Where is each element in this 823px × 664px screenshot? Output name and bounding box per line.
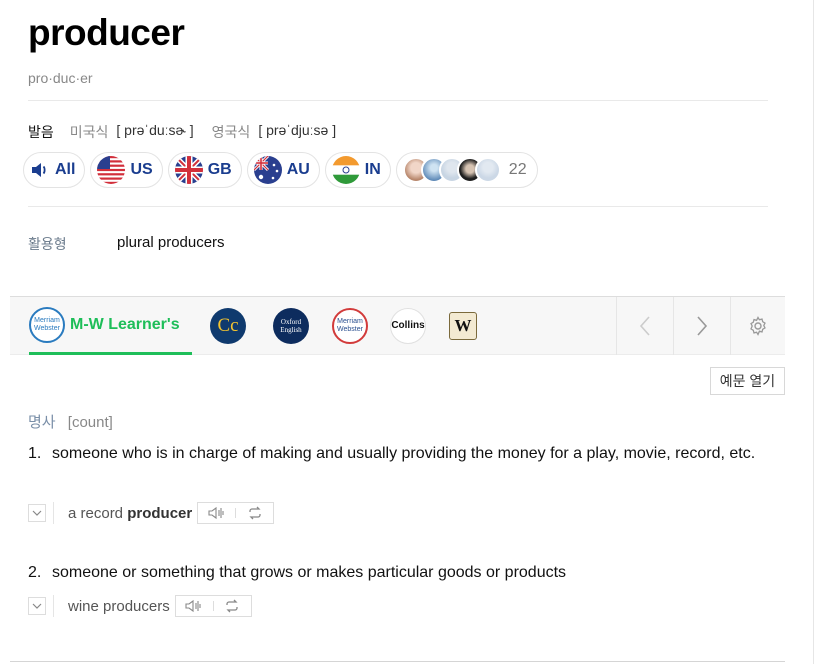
open-examples-button[interactable]: 예문 열기: [710, 367, 785, 395]
collins-logo: Collins: [390, 308, 426, 344]
syllabification: pro·duc·er: [28, 70, 93, 86]
chevron-right-icon: [697, 316, 708, 336]
dictionary-tabs: Merriam Webster M-W Learner's Cc Oxford …: [10, 296, 785, 355]
pronunciation-row: 발음 미국식 [ prəˈduːsɚ ] 영국식 [ prəˈdjuːsə ]: [28, 122, 346, 142]
tab-collins[interactable]: Collins: [390, 297, 426, 355]
cambridge-logo: Cc: [210, 308, 246, 344]
bottom-divider: [10, 661, 785, 662]
play-all-button[interactable]: All: [23, 152, 86, 188]
play-example-button[interactable]: [198, 503, 235, 523]
us-flag-icon: [97, 156, 126, 184]
tab-cambridge[interactable]: Cc: [210, 297, 246, 355]
example-text: wine producers: [68, 597, 170, 615]
uk-ipa: [ prəˈdjuːsə ]: [258, 122, 337, 138]
us-pron-button[interactable]: US: [90, 152, 163, 188]
divider: [28, 100, 768, 101]
pronunciation-label: 발음: [28, 124, 54, 140]
speaker-icon: [32, 163, 46, 177]
headword: producer: [28, 12, 185, 53]
chevron-down-icon: [32, 510, 42, 516]
right-divider: [813, 0, 814, 664]
audio-wave-icon: [208, 506, 224, 520]
pronunciation-buttons: All US GB AU IN 22: [23, 152, 538, 188]
grammar-label: [count]: [67, 414, 113, 431]
example-divider: [53, 595, 54, 617]
tab-mw-learners-label: M-W Learner's: [70, 315, 180, 333]
example-highlight: producer: [127, 504, 193, 522]
inflection-label: 활용형: [28, 236, 67, 252]
audio-wave-icon: [185, 599, 201, 613]
gear-icon: [750, 316, 766, 336]
repeat-icon: [226, 599, 238, 613]
expand-example-button[interactable]: [28, 597, 46, 615]
uk-flag-icon: [174, 156, 203, 184]
play-example-button[interactable]: [176, 596, 213, 616]
sense-number: 2.: [28, 564, 42, 581]
pos-label: 명사: [28, 414, 56, 431]
example-text: a record producer: [68, 504, 193, 522]
prev-dictionary-button[interactable]: [617, 297, 673, 355]
mw-learners-logo: Merriam Webster: [29, 306, 65, 343]
inflection-value: plural producers: [117, 234, 225, 251]
tab-wiktionary[interactable]: W: [449, 297, 477, 355]
in-pron-button[interactable]: IN: [324, 152, 391, 188]
gb-pron-label-btn: GB: [207, 161, 232, 178]
sense-definition: someone who is in charge of making and u…: [52, 445, 756, 462]
sense-number: 1.: [28, 445, 42, 462]
sense-definition: someone or something that grows or makes…: [52, 564, 567, 581]
in-flag-icon: [331, 156, 360, 184]
chevron-left-icon: [639, 316, 650, 336]
chevron-down-icon: [32, 603, 42, 609]
example-audio-controls: [197, 502, 275, 524]
example-divider: [53, 502, 54, 524]
us-pron-label: 미국식: [69, 124, 109, 140]
repeat-example-button[interactable]: [236, 503, 273, 523]
part-of-speech: 명사 [count]: [28, 411, 113, 432]
expand-example-button[interactable]: [28, 504, 46, 522]
wiktionary-logo: W: [449, 312, 477, 340]
avatar: [474, 157, 501, 183]
uk-pron-label: 영국식: [211, 124, 251, 140]
tab-oxford[interactable]: Oxford English: [273, 297, 309, 355]
play-all-label: All: [55, 161, 76, 178]
sense-2: 2. someone or something that grows or ma…: [28, 560, 773, 586]
example-row: wine producers: [28, 595, 252, 617]
example-row: a record producer: [28, 502, 275, 524]
settings-button[interactable]: [731, 297, 785, 355]
us-ipa: [ prəˈduːsɚ ]: [116, 122, 194, 138]
divider: [28, 206, 768, 207]
us-pron-label-btn: US: [130, 161, 153, 178]
tab-merriam-webster[interactable]: Merriam Webster: [332, 297, 368, 355]
tab-mw-learners[interactable]: Merriam Webster M-W Learner's: [29, 297, 192, 355]
repeat-example-button[interactable]: [214, 596, 251, 616]
next-dictionary-button[interactable]: [674, 297, 730, 355]
inflection-row: 활용형 plural producers: [28, 234, 225, 254]
gb-pron-button[interactable]: GB: [167, 152, 242, 188]
au-flag-icon: [253, 156, 282, 184]
au-pron-label-btn: AU: [286, 161, 310, 178]
sense-1: 1. someone who is in charge of making an…: [28, 441, 773, 467]
example-audio-controls: [174, 595, 252, 617]
oxford-logo: Oxford English: [273, 308, 309, 344]
user-pronunciations-button[interactable]: 22: [395, 152, 538, 188]
user-count: 22: [508, 161, 527, 178]
in-pron-label-btn: IN: [364, 161, 381, 178]
repeat-icon: [249, 506, 261, 520]
au-pron-button[interactable]: AU: [246, 152, 320, 188]
merriam-webster-logo: Merriam Webster: [332, 308, 368, 344]
